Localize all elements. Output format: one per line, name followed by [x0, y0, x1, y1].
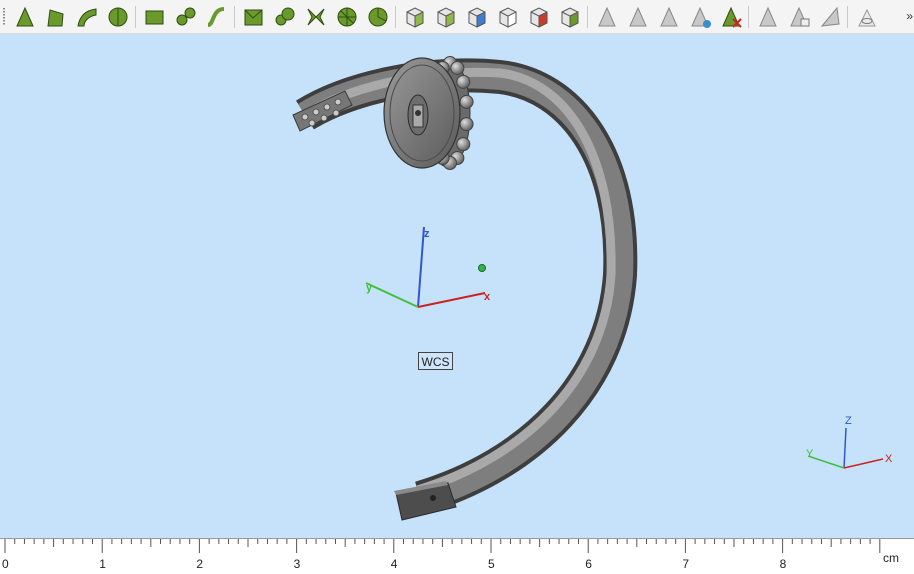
measure-distance-icon: [660, 6, 678, 27]
measure-refresh-button[interactable]: [687, 4, 713, 30]
bearing-ball: [456, 137, 471, 152]
view-box-colored-icon: [468, 7, 486, 28]
wcs-axis-x-label: x: [484, 291, 491, 303]
wcs-axis-z-label: z: [424, 228, 430, 240]
bearing-ball: [456, 74, 471, 89]
select-circle-icon: [108, 7, 128, 27]
select-compound-face-button[interactable]: [303, 4, 329, 30]
select-spline-button[interactable]: [204, 4, 230, 30]
view-box-colored-button[interactable]: [464, 4, 490, 30]
select-edge-icon: [47, 9, 64, 27]
select-shell-button[interactable]: [241, 4, 267, 30]
ruler-unit: cm: [883, 551, 899, 565]
view-box-red-button[interactable]: [526, 4, 552, 30]
corner-axis-y-label: Y: [806, 448, 814, 460]
measure-button[interactable]: [594, 4, 620, 30]
bearing-ball: [459, 94, 474, 109]
3d-viewport[interactable]: z x y WCS Z X Y: [0, 35, 914, 538]
measure-export-button[interactable]: [817, 4, 843, 30]
select-solid-button[interactable]: [334, 4, 360, 30]
select-curve-button[interactable]: [74, 4, 100, 30]
bearing-assembly[interactable]: [383, 56, 474, 170]
toolbar-separator: [847, 6, 848, 28]
select-compound-face-icon: [307, 8, 325, 26]
bearing-ball: [450, 60, 465, 75]
ruler-label: 4: [390, 557, 398, 571]
select-sector-icon: [368, 7, 388, 27]
toolbar: »: [0, 0, 914, 34]
view-box-outline-icon: [499, 7, 517, 28]
measure-delete-button[interactable]: [718, 4, 744, 30]
measure-copy-button[interactable]: [786, 4, 812, 30]
select-spline-icon: [207, 7, 225, 27]
select-face-button[interactable]: [142, 4, 168, 30]
view-box-button[interactable]: [402, 4, 428, 30]
toolbar-overflow-button[interactable]: »: [906, 9, 913, 23]
measure-distance-button[interactable]: [656, 4, 682, 30]
toolbar-separator: [587, 6, 588, 28]
select-vertex-icon: [16, 6, 34, 27]
select-sector-button[interactable]: [365, 4, 391, 30]
ruler-label: 0: [2, 557, 9, 571]
corner-axis-triad: [807, 427, 884, 469]
view-box-outline-button[interactable]: [495, 4, 521, 30]
toolbar-separator: [395, 6, 396, 28]
corner-axis-z-label: Z: [845, 415, 852, 427]
select-edge-button[interactable]: [43, 4, 69, 30]
measure-hide-button[interactable]: [755, 4, 781, 30]
ruler-label: 7: [682, 557, 690, 571]
select-wire-icon: [176, 7, 196, 26]
ruler-label: 3: [293, 557, 301, 571]
tube-end-block[interactable]: [394, 481, 457, 521]
ruler-label: 2: [196, 557, 204, 571]
select-vertex-button[interactable]: [12, 4, 38, 30]
measure-copy-icon: [790, 6, 810, 27]
measure-hide-icon: [759, 6, 777, 27]
measure-export-icon: [820, 6, 840, 27]
measure-refresh-icon: [691, 6, 711, 28]
view-box-select-icon: [437, 7, 455, 28]
ruler-label: 6: [585, 557, 592, 571]
ruler-label: 1: [99, 557, 106, 571]
toolbar-separator: [748, 6, 749, 28]
select-solid-icon: [337, 7, 357, 27]
measure-icon: [598, 6, 616, 27]
select-shell-icon: [244, 9, 263, 26]
ruler: 0 1 2 3 4 5 6 7 8 cm: [0, 538, 914, 574]
measure-delete-icon: [722, 6, 742, 28]
wcs-axis-y-label: y: [366, 282, 373, 294]
select-face-icon: [145, 10, 164, 25]
visibility-icon: [858, 8, 876, 27]
view-box-red-icon: [530, 7, 548, 28]
view-box-green-icon: [561, 7, 579, 28]
select-wire-button[interactable]: [173, 4, 199, 30]
toolbar-grip[interactable]: [3, 8, 5, 26]
ruler-label: 5: [488, 557, 495, 571]
select-surface-button[interactable]: [272, 4, 298, 30]
origin-marker[interactable]: [478, 264, 486, 272]
toolbar-separator: [234, 6, 235, 28]
wcs-label: WCS: [418, 352, 453, 370]
visibility-button[interactable]: [854, 4, 880, 30]
bearing-ball: [459, 117, 474, 132]
measure-angle-icon: [629, 6, 647, 27]
measure-angle-button[interactable]: [625, 4, 651, 30]
view-box-green-button[interactable]: [557, 4, 583, 30]
toolbar-separator: [135, 6, 136, 28]
view-box-icon: [406, 7, 424, 28]
ruler-label: 8: [779, 557, 787, 571]
view-box-select-button[interactable]: [433, 4, 459, 30]
3d-scene[interactable]: [0, 35, 914, 538]
select-surface-icon: [275, 7, 295, 26]
select-circle-button[interactable]: [105, 4, 131, 30]
select-curve-icon: [77, 8, 97, 27]
corner-axis-x-label: X: [885, 453, 893, 465]
